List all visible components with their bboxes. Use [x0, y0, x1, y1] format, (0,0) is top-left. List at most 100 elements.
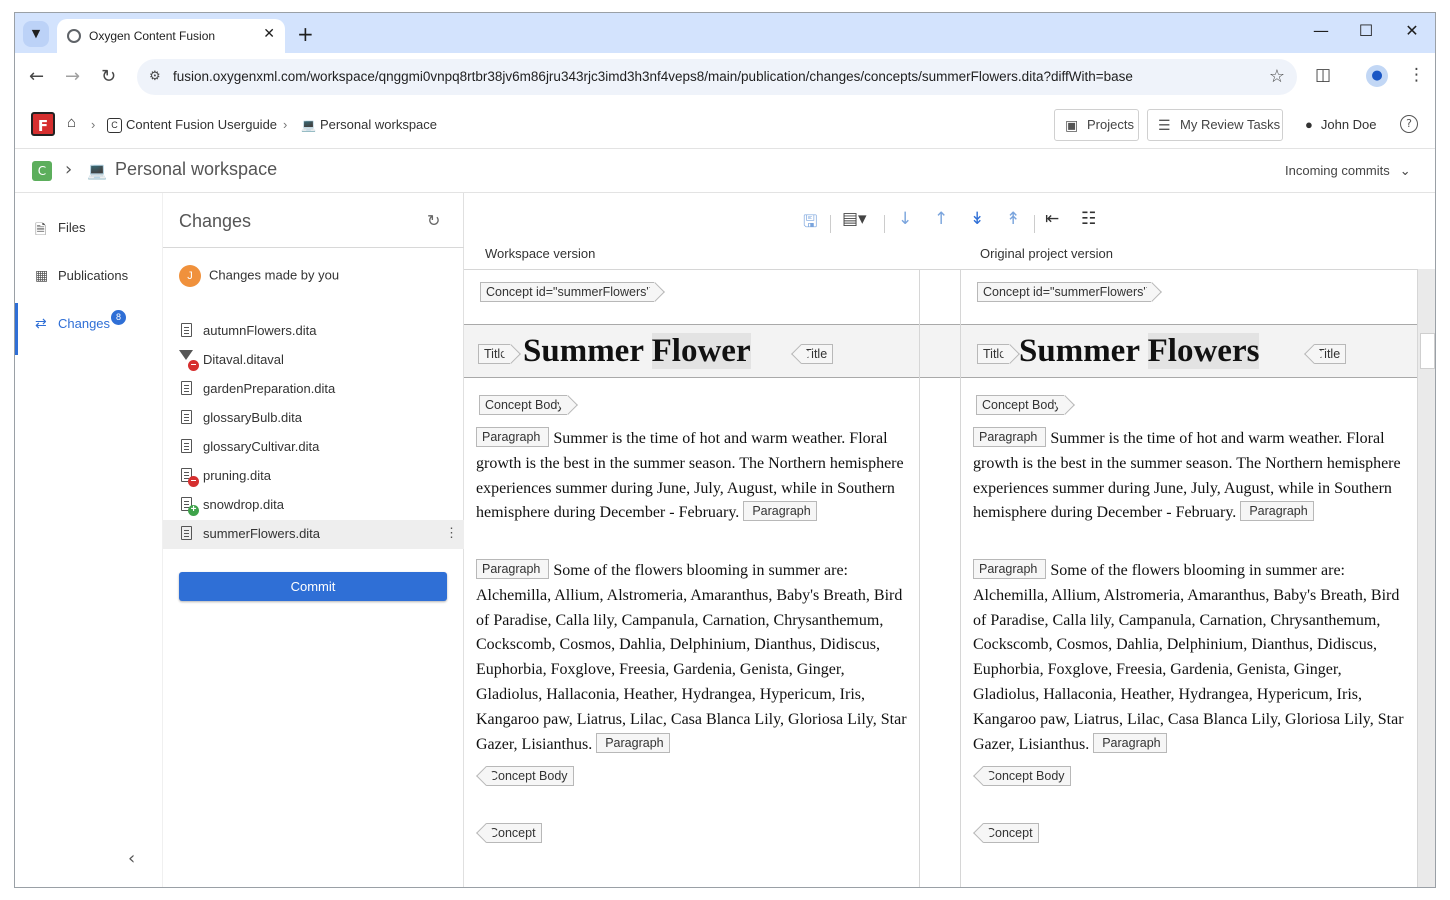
- paragraph-1[interactable]: Paragraph Summer is the time of hot and w…: [973, 427, 1409, 526]
- changed-file-item[interactable]: glossaryBulb.dita: [163, 404, 464, 433]
- commit-button[interactable]: Commit: [179, 572, 447, 601]
- nav-item-label: Changes: [58, 316, 111, 331]
- changed-file-item[interactable]: summerFlowers.dita ⋮: [163, 520, 464, 549]
- added-icon: +: [188, 505, 199, 516]
- changed-file-item[interactable]: – Ditaval.ditaval: [163, 346, 464, 375]
- original-version-pane[interactable]: Concept id="summerFlowers" Title Summer …: [961, 269, 1417, 887]
- home-icon[interactable]: ⌂: [67, 114, 76, 131]
- new-tab-button[interactable]: +: [297, 22, 314, 46]
- refresh-icon[interactable]: ↻: [427, 211, 440, 230]
- previous-change-icon[interactable]: ↑: [934, 209, 948, 229]
- divider: [163, 247, 464, 248]
- app-logo[interactable]: F: [31, 112, 55, 136]
- paragraph-end-tag: Paragraph: [1240, 501, 1314, 522]
- nav-item-label: Publications: [58, 268, 129, 283]
- file-icon: [181, 526, 192, 540]
- forward-button[interactable]: →: [65, 66, 80, 87]
- collapse-sidebar-icon[interactable]: ‹: [128, 848, 135, 869]
- paragraph-text: Some of the flowers blooming in summer a…: [973, 562, 1404, 753]
- first-change-icon[interactable]: ↟: [1006, 209, 1020, 229]
- file-icon: [181, 323, 192, 337]
- vertical-scrollbar[interactable]: [1417, 269, 1435, 887]
- nav-item-label: Files: [58, 220, 86, 235]
- more-vertical-icon[interactable]: ⋮: [445, 525, 458, 541]
- minimize-button[interactable]: —: [1301, 21, 1341, 40]
- incoming-commits-dropdown[interactable]: Incoming commits ⌄: [1285, 163, 1411, 179]
- browser-tab[interactable]: Oxygen Content Fusion ✕: [57, 19, 285, 53]
- breadcrumb-workspace-label: Personal workspace: [319, 117, 438, 132]
- paragraph-start-tag: Paragraph: [973, 427, 1047, 447]
- profile-avatar-icon[interactable]: ●: [1366, 65, 1388, 87]
- divider: [884, 215, 885, 233]
- back-button[interactable]: ←: [29, 66, 44, 87]
- tab-search-button[interactable]: ▼: [23, 21, 49, 47]
- save-icon[interactable]: 🖫: [803, 209, 817, 238]
- paragraph-1[interactable]: Paragraph Summer is the time of hot and w…: [476, 427, 912, 526]
- user-menu[interactable]: ● John Doe: [1305, 117, 1377, 132]
- divider: [1034, 215, 1035, 233]
- paragraph-2[interactable]: Paragraph Some of the flowers blooming in…: [476, 559, 912, 757]
- nav-item-files[interactable]: 🗎 Files: [15, 207, 163, 247]
- help-icon[interactable]: ?: [1400, 115, 1418, 133]
- scrollbar-thumb[interactable]: [1420, 333, 1435, 369]
- changed-word: Flowers: [1147, 333, 1260, 369]
- extensions-icon[interactable]: ◫: [1315, 65, 1331, 85]
- file-name: pruning.dita: [203, 468, 271, 483]
- title-start-tag: Title: [977, 344, 1010, 364]
- globe-icon: [67, 29, 81, 43]
- nav-item-publications[interactable]: ▦ Publications: [15, 255, 163, 295]
- paragraph-2[interactable]: Paragraph Some of the flowers blooming in…: [973, 559, 1409, 757]
- changed-file-item[interactable]: – pruning.dita: [163, 462, 464, 491]
- change-author: J Changes made by you: [179, 265, 339, 287]
- changed-file-item[interactable]: gardenPreparation.dita: [163, 375, 464, 404]
- paragraph-end-tag: Paragraph: [743, 501, 817, 522]
- breadcrumb-workspace[interactable]: 💻 Personal workspace: [301, 117, 437, 132]
- file-name: glossaryBulb.dita: [203, 410, 302, 425]
- copy-change-left-icon[interactable]: ⇤: [1045, 209, 1059, 229]
- right-pane-header: Original project version: [980, 246, 1113, 261]
- address-bar[interactable]: ⚙ fusion.oxygenxml.com/workspace/qnggmi0…: [137, 59, 1297, 95]
- file-name: glossaryCultivar.dita: [203, 439, 320, 454]
- concept-body-start-tag: Concept Body: [479, 395, 567, 415]
- last-change-icon[interactable]: ↡: [970, 209, 984, 229]
- close-icon[interactable]: ✕: [263, 26, 275, 42]
- review-tasks-label: My Review Tasks: [1180, 117, 1281, 132]
- project-badge[interactable]: C: [32, 161, 52, 181]
- title-text[interactable]: Summer Flowers: [1019, 333, 1260, 370]
- workspace-title: Personal workspace: [115, 159, 278, 179]
- project-bar: C › 💻 Personal workspace Incoming commit…: [15, 149, 1435, 193]
- maximize-button[interactable]: ☐: [1346, 21, 1386, 40]
- projects-icon: ▣: [1065, 117, 1079, 133]
- chevron-right-icon: ›: [91, 117, 96, 132]
- next-change-icon[interactable]: ↓: [898, 209, 912, 229]
- title-text[interactable]: Summer Flower: [523, 333, 751, 370]
- changed-file-item[interactable]: glossaryCultivar.dita: [163, 433, 464, 462]
- changed-file-item[interactable]: + snowdrop.dita: [163, 491, 464, 520]
- diff-toolbar: 🖫 ▤▾ ↓ ↑ ↡ ↟ ⇤ ☷: [464, 193, 1435, 249]
- changes-panel: Changes ↻ J Changes made by you autumnFlo…: [163, 193, 464, 887]
- left-pane-header: Workspace version: [485, 246, 596, 261]
- nav-item-changes[interactable]: ⇄ Changes 8: [15, 303, 163, 355]
- changed-word: Flower: [651, 333, 751, 369]
- tab-title: Oxygen Content Fusion: [89, 29, 216, 43]
- diff-options-icon[interactable]: ▤▾: [842, 209, 867, 229]
- file-icon: 🗎: [35, 221, 47, 237]
- copy-all-left-icon[interactable]: ☷: [1081, 209, 1096, 229]
- window-close-button[interactable]: ✕: [1392, 21, 1432, 40]
- projects-button[interactable]: ▣ Projects: [1054, 109, 1139, 141]
- changed-file-item[interactable]: autumnFlowers.dita: [163, 317, 464, 346]
- concept-end-tag: Concept: [486, 823, 542, 843]
- breadcrumb-project[interactable]: C Content Fusion Userguide: [107, 117, 277, 133]
- reload-button[interactable]: ↻: [101, 66, 116, 87]
- browser-menu-icon[interactable]: ⋮: [1408, 65, 1425, 85]
- file-name: summerFlowers.dita: [203, 526, 321, 541]
- site-settings-icon[interactable]: ⚙: [149, 69, 165, 85]
- file-icon: [181, 381, 192, 395]
- bookmark-star-icon[interactable]: ☆: [1269, 66, 1285, 87]
- file-icon: [181, 439, 192, 453]
- laptop-icon: 💻: [87, 161, 107, 180]
- url-text: fusion.oxygenxml.com/workspace/qnggmi0vn…: [173, 69, 1133, 84]
- chevron-right-icon: ›: [65, 159, 73, 180]
- workspace-version-pane[interactable]: Concept id="summerFlowers" Title Summer …: [464, 269, 920, 887]
- review-tasks-button[interactable]: ☰ My Review Tasks: [1147, 109, 1283, 141]
